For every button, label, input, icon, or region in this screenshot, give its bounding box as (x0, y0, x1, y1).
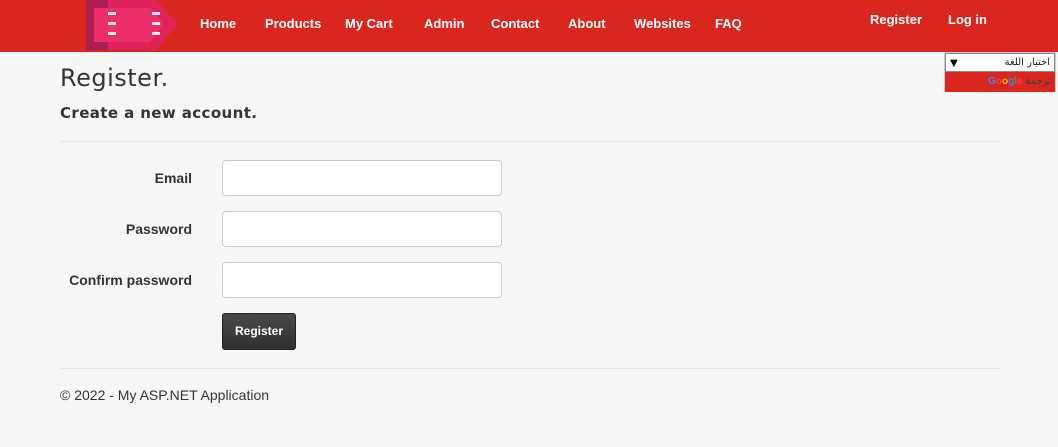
email-field[interactable] (222, 160, 502, 196)
google-logo: Google (988, 76, 1023, 87)
nav-websites[interactable]: Websites (634, 16, 691, 31)
page-subtitle: Create a new account. (60, 104, 258, 122)
nav-contact[interactable]: Contact (491, 16, 539, 31)
google-translate-widget: اختيار اللغة ▼ ترجمة Google (944, 52, 1056, 92)
powered-by-google[interactable]: ترجمة Google (945, 72, 1055, 92)
brand-logo-icon[interactable] (86, 0, 178, 50)
password-field[interactable] (222, 211, 502, 247)
page-title: Register. (60, 64, 169, 92)
register-button[interactable]: Register (222, 313, 296, 350)
nav-about[interactable]: About (568, 16, 606, 31)
language-select-value: اختيار اللغة (1004, 57, 1050, 68)
nav-faq[interactable]: FAQ (715, 16, 742, 31)
language-select[interactable]: اختيار اللغة ▼ (945, 53, 1055, 72)
translate-word: ترجمة (1025, 76, 1051, 87)
email-label: Email (154, 170, 192, 186)
nav-register[interactable]: Register (870, 12, 922, 27)
chevron-down-icon: ▼ (950, 58, 958, 69)
password-label: Password (125, 221, 192, 237)
divider-bottom (60, 368, 1000, 369)
top-navbar: Home Products My Cart Admin Contact Abou… (0, 0, 1058, 52)
confirm-password-label: Confirm password (69, 272, 192, 288)
nav-login[interactable]: Log in (948, 12, 987, 27)
nav-home[interactable]: Home (200, 16, 236, 31)
nav-admin[interactable]: Admin (424, 16, 464, 31)
footer-copyright: © 2022 - My ASP.NET Application (60, 387, 270, 403)
nav-products[interactable]: Products (265, 16, 321, 31)
confirm-password-field[interactable] (222, 262, 502, 298)
divider-top (60, 141, 1000, 142)
nav-my-cart[interactable]: My Cart (345, 16, 393, 31)
